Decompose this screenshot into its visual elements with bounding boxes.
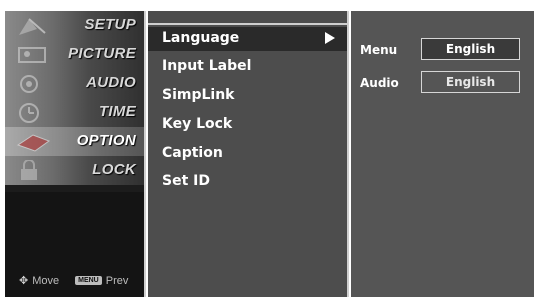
setting-label: Audio [360, 76, 399, 90]
category-label: TIME [98, 103, 136, 120]
category-label: AUDIO [86, 74, 136, 91]
move-hint-label: Move [32, 274, 60, 287]
language-settings-panel: Menu English Audio English [351, 11, 534, 297]
setting-label: Menu [360, 43, 398, 57]
audio-language-select[interactable]: English [421, 71, 520, 93]
category-menu: SETUP PICTURE AUDIO TIME OPTION LOCK ✥ M… [5, 11, 146, 297]
submenu-item-set-id[interactable]: Set ID [148, 170, 347, 194]
category-audio[interactable]: AUDIO [5, 69, 144, 98]
submenu-item-key-lock[interactable]: Key Lock [148, 113, 347, 137]
category-label: OPTION [76, 132, 136, 149]
menu-language-select[interactable]: English [421, 38, 520, 60]
move-arrows-icon: ✥ [19, 275, 29, 287]
category-option[interactable]: OPTION [5, 127, 144, 156]
category-label: PICTURE [68, 45, 136, 62]
category-picture[interactable]: PICTURE [5, 40, 144, 69]
submenu-label: Language [162, 30, 240, 46]
submenu-item-input-label[interactable]: Input Label [148, 55, 347, 79]
setting-row-menu: Menu English [351, 38, 534, 62]
submenu-label: Set ID [162, 173, 210, 189]
category-time[interactable]: TIME [5, 98, 144, 127]
submenu-item-language[interactable]: Language [148, 27, 347, 51]
navigation-hint: ✥ Move MENU Prev [19, 274, 129, 288]
submenu-label: SimpLink [162, 87, 235, 103]
category-setup[interactable]: SETUP [5, 11, 144, 40]
category-label: LOCK [92, 161, 136, 178]
menu-key-icon: MENU [75, 276, 102, 285]
option-submenu: Language Input Label SimpLink Key Lock C… [148, 11, 349, 297]
submenu-item-caption[interactable]: Caption [148, 142, 347, 166]
submenu-label: Input Label [162, 58, 252, 74]
submenu-label: Key Lock [162, 116, 233, 132]
arrow-right-icon [325, 32, 335, 44]
tv-screen-frame: SETUP PICTURE AUDIO TIME OPTION LOCK ✥ M… [0, 0, 539, 299]
category-lock[interactable]: LOCK [5, 156, 144, 185]
prev-hint-label: Prev [105, 274, 129, 287]
submenu-label: Caption [162, 145, 223, 161]
submenu-item-simplink[interactable]: SimpLink [148, 84, 347, 108]
submenu-divider [148, 23, 347, 25]
category-label: SETUP [84, 16, 136, 33]
setting-row-audio: Audio English [351, 71, 534, 95]
